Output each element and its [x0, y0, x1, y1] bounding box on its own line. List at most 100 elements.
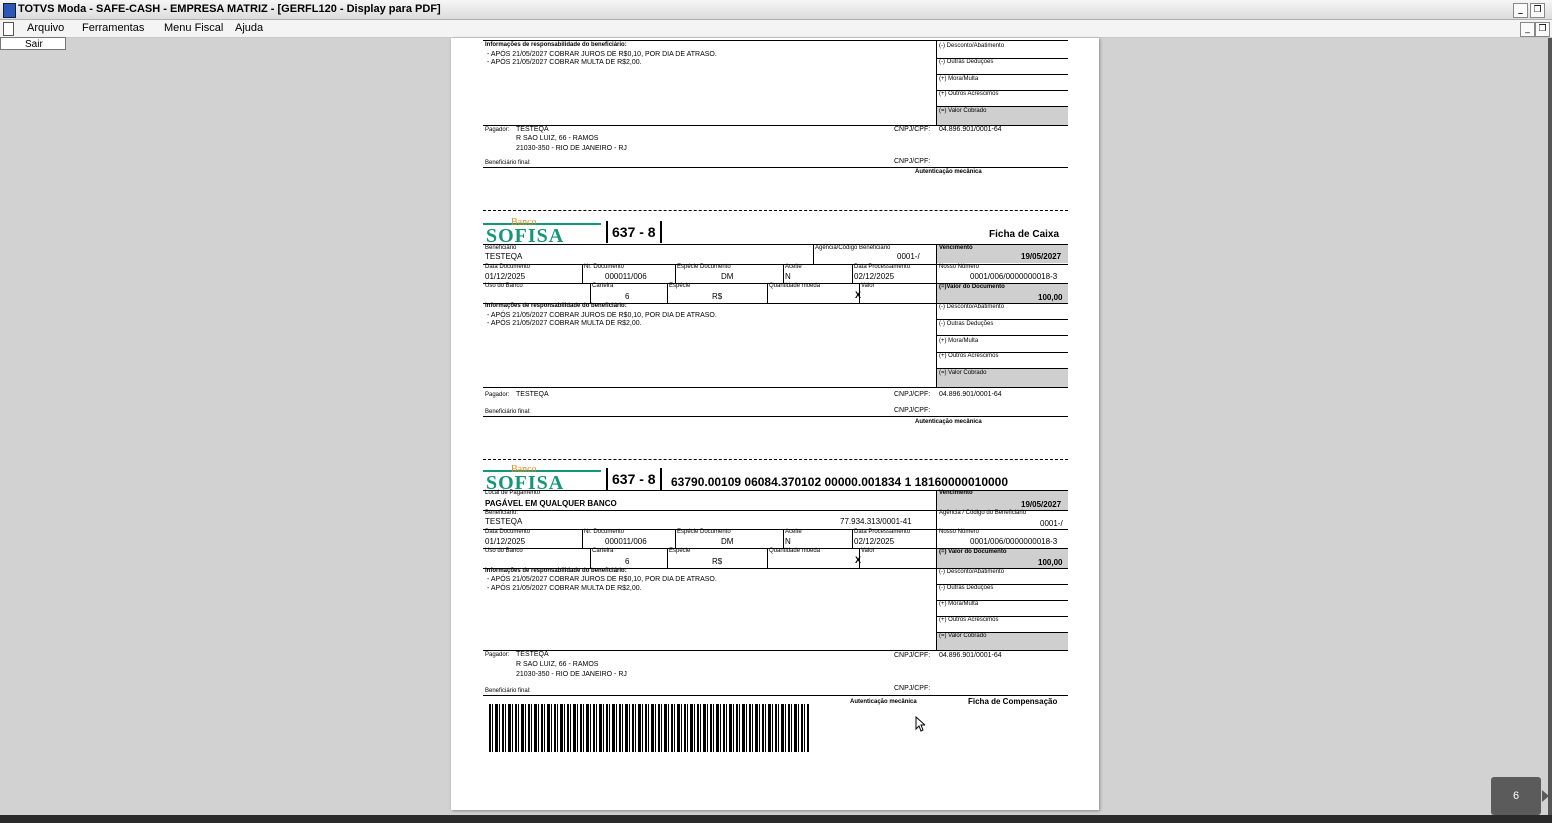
caixa-especie-doc: DM	[721, 272, 734, 281]
pagador-label: Pagador:	[485, 127, 510, 133]
menu-ferramentas[interactable]: Ferramentas	[82, 20, 144, 37]
minimize-button[interactable]: _	[1513, 3, 1528, 18]
page-number-badge[interactable]: 6	[1491, 777, 1541, 815]
caixa-vencimento: 19/05/2027	[1021, 252, 1062, 261]
caixa-pagador-nome: TESTEQA	[516, 391, 549, 398]
caixa-valor-cobrado-label: (=) Valor Cobrado	[939, 370, 987, 376]
caixa-especie: R$	[712, 292, 723, 301]
sofisa-logo-2: Banco SOFISA	[483, 464, 603, 494]
autenticacao-label: Autenticação mecânica	[915, 169, 982, 175]
comp-cnpj-label-2: CNPJ/CPF:	[894, 685, 931, 692]
restore-button[interactable]: ❐	[1530, 3, 1545, 18]
comp-outros-acrescimos-label: (+) Outros Acréscimos	[939, 617, 999, 623]
caixa-uso-banco-label: Uso do Banco	[485, 283, 523, 289]
comp-nr-doc-label: Nr. Documento	[584, 529, 625, 535]
document-icon[interactable]	[3, 22, 14, 36]
bank-code: 637 - 8	[606, 221, 662, 243]
beneficiario-final-label: Beneficiário final:	[485, 160, 531, 166]
cut-line-2	[483, 459, 1068, 460]
comp-valor-x: X	[855, 555, 862, 565]
caixa-qtd-moeda-label: Quantidade moeda	[769, 283, 821, 289]
scroll-edge	[1548, 38, 1552, 815]
caixa-agencia: 0001-/	[897, 252, 920, 261]
ficha-caixa-title: Ficha de Caixa	[989, 229, 1060, 240]
caixa-aceite-label: Aceite	[785, 264, 802, 270]
menu-arquivo[interactable]: Arquivo	[27, 20, 64, 37]
menu-ajuda[interactable]: Ajuda	[235, 20, 263, 37]
valor-cobrado-label: (=) Valor Cobrado	[939, 108, 987, 114]
comp-vencimento: 19/05/2027	[1021, 500, 1062, 509]
caixa-valor-doc: 100,00	[1038, 293, 1063, 302]
comp-valor-cobrado-label: (=) Valor Cobrado	[939, 633, 987, 639]
caixa-pagador-label: Pagador:	[485, 392, 510, 398]
pagador-nome: TESTEQA	[516, 126, 549, 133]
caixa-nr-doc-label: Nr. Documento	[584, 264, 625, 270]
comp-aceite-label: Aceite	[785, 529, 802, 535]
mdi-restore-button[interactable]: ❐	[1535, 22, 1550, 37]
caixa-aceite: N	[785, 272, 791, 281]
app-icon	[3, 3, 16, 18]
caixa-data-proc-label: Data Processamento	[854, 264, 911, 270]
menu-item-sair[interactable]: Sair	[0, 37, 66, 50]
ficha-compensacao-title: Ficha de Compensação	[968, 697, 1058, 706]
pagador-endereco: R SAO LUIZ, 66 - RAMOS	[516, 135, 599, 142]
comp-nosso-numero: 0001/006/0000000018-3	[970, 537, 1058, 546]
comp-nr-doc: 000011/006	[605, 537, 647, 546]
comp-instr-2: - APÓS 21/05/2027 COBRAR MULTA DE R$2,00…	[487, 585, 642, 592]
comp-desconto-label: (-) Desconto/Abatimento	[939, 569, 1005, 575]
cnpj-value: 04.896.901/0001-64	[939, 126, 1002, 133]
comp-especie-doc-label: Espécie Documento	[677, 529, 731, 535]
caixa-carteira: 6	[625, 292, 630, 301]
caixa-autenticacao-label: Autenticação mecânica	[915, 419, 982, 425]
mdi-minimize-button[interactable]: _	[1520, 22, 1535, 37]
caixa-instr-header: Informações de responsabilidade do benef…	[485, 303, 627, 309]
comp-pagador-label: Pagador:	[485, 652, 510, 658]
menu-bar: Arquivo Ferramentas Menu Fiscal Ajuda _ …	[0, 20, 1552, 38]
caixa-especie-doc-label: Espécie Documento	[677, 264, 731, 270]
caixa-data-proc: 02/12/2025	[854, 272, 895, 281]
mora-label: (+) Mora/Multa	[939, 76, 979, 82]
linha-digitavel: 63790.00109 06084.370102 00000.001834 1 …	[671, 475, 1009, 489]
caixa-beneficiario: TESTEQA	[485, 252, 523, 261]
caixa-especie-label: Espécie	[669, 283, 691, 289]
instr-line-2: - APÓS 21/05/2027 COBRAR MULTA DE R$2,00…	[487, 59, 642, 66]
comp-especie-label: Espécie	[669, 548, 691, 554]
caixa-valor-label: Valor	[861, 283, 875, 289]
caixa-data-doc: 01/12/2025	[485, 272, 526, 281]
window-title: TOTVS Moda - SAFE-CASH - EMPRESA MATRIZ …	[18, 3, 441, 15]
caixa-beneficiario-final-label: Beneficiário final:	[485, 409, 531, 415]
desconto-label: (-) Desconto/Abatimento	[939, 43, 1005, 49]
caixa-nosso-numero-label: Nosso Número	[939, 264, 980, 270]
caixa-desconto-label: (-) Desconto/Abatimento	[939, 304, 1005, 310]
comp-cnpj-value: 04.896.901/0001-64	[939, 652, 1002, 659]
caixa-vencimento-label: Vencimento	[939, 245, 973, 251]
comp-data-doc-label: Data Documento	[485, 529, 531, 535]
comp-pagador-endereco: R SAO LUIZ, 66 - RAMOS	[516, 661, 599, 668]
menu-fiscal[interactable]: Menu Fiscal	[164, 20, 223, 37]
comp-valor-doc: 100,00	[1038, 558, 1063, 567]
comp-beneficiario: TESTEQA	[485, 517, 523, 526]
comp-uso-banco-label: Uso do Banco	[485, 548, 523, 554]
caixa-instr-2: - APÓS 21/05/2027 COBRAR MULTA DE R$2,00…	[487, 320, 642, 327]
comp-vencimento-label: Vencimento	[939, 490, 973, 496]
caixa-outras-deducoes-label: (-) Outras Deduções	[939, 321, 994, 327]
instr-line-1: - APÓS 21/05/2027 COBRAR JUROS DE R$0,10…	[487, 51, 717, 58]
local-pagamento: PAGÁVEL EM QUALQUER BANCO	[485, 499, 617, 508]
caixa-cnpj-label-2: CNPJ/CPF:	[894, 407, 931, 414]
page-arrow-icon	[1542, 790, 1549, 802]
outras-deducoes-label: (-) Outras Deduções	[939, 59, 994, 65]
mouse-cursor-icon	[915, 716, 925, 732]
caixa-data-doc-label: Data Documento	[485, 264, 531, 270]
caixa-agencia-label: Agência/Código Beneficiário	[815, 245, 891, 251]
comp-cnpj-label: CNPJ/CPF:	[894, 652, 931, 659]
cut-line	[483, 210, 1068, 211]
caixa-valor-doc-label: (=)Valor do Documento	[939, 284, 1005, 290]
barcode	[489, 704, 809, 752]
caixa-outros-acrescimos-label: (+) Outros Acréscimos	[939, 353, 999, 359]
sofisa-logo: Banco SOFISA	[483, 217, 603, 247]
cnpj-label: CNPJ/CPF:	[894, 158, 931, 165]
caixa-nr-doc: 000011/006	[605, 272, 647, 281]
pdf-page: Informações de responsabilidade do benef…	[451, 38, 1099, 810]
comp-qtd-moeda-label: Quantidade moeda	[769, 548, 821, 554]
comp-data-proc: 02/12/2025	[854, 537, 895, 546]
